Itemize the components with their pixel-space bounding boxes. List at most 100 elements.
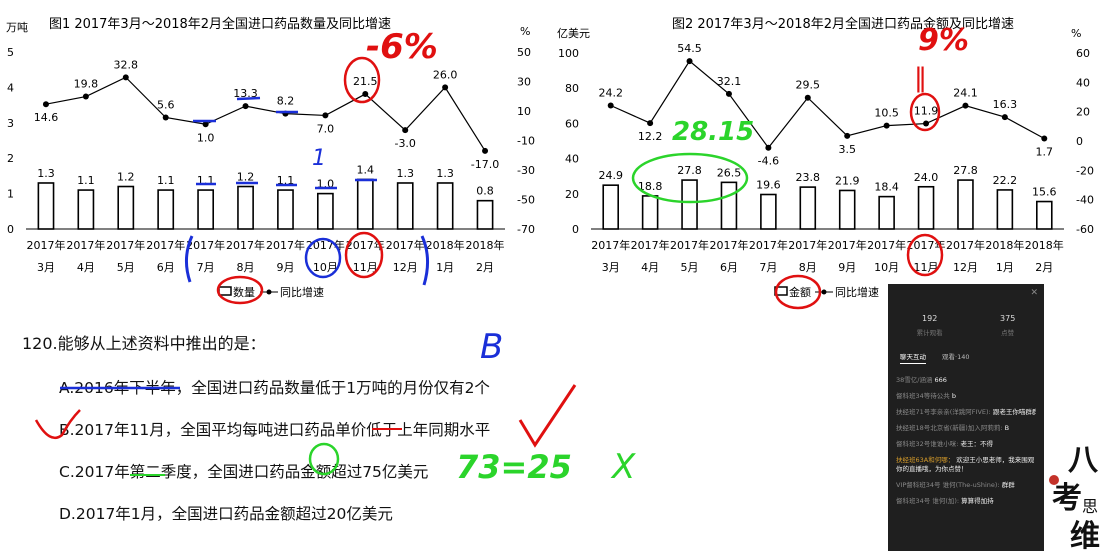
line-point: [482, 147, 489, 154]
y-axis-label: 亿美元: [557, 27, 590, 40]
chat-text: b: [951, 392, 956, 400]
y-tick-label: 2: [7, 152, 14, 165]
x-tick-label: 3月: [602, 261, 620, 274]
x-tick-label: 4月: [77, 261, 95, 274]
bar-value-label: 1.2: [117, 171, 135, 184]
bar-value-label: 15.6: [1032, 186, 1057, 199]
line-value-label: 14.6: [34, 111, 59, 124]
x-tick-label: 2月: [1035, 261, 1053, 274]
y2-tick-label: 10: [517, 105, 531, 118]
logo-char: 八: [1068, 443, 1099, 478]
bar-value-label: 18.4: [874, 181, 899, 194]
chat-user: 扶经班63A和何哪：: [896, 456, 957, 464]
bar-value-label: 1.1: [277, 174, 295, 187]
line-point: [765, 144, 772, 151]
x-tick-label: 3月: [37, 261, 55, 274]
bar-value-label: 26.5: [717, 166, 742, 179]
y2-axis-label: %: [520, 25, 530, 38]
line-point: [962, 102, 969, 109]
x-tick-label: 7月: [197, 261, 215, 274]
x-tick-label: 2017年: [186, 238, 225, 252]
y2-tick-label: -50: [517, 194, 535, 207]
chat-message: VIP督科班34号 谁何(The-uShine): 群群: [896, 481, 1036, 490]
bar: [396, 182, 414, 230]
x-tick-label: 10月: [313, 261, 338, 274]
x-tick-label: 2017年: [867, 238, 906, 252]
tab-chat[interactable]: 聊天互动: [900, 351, 926, 364]
y2-tick-label: 40: [1076, 76, 1090, 89]
chat-text: 老王：不得: [960, 440, 994, 448]
line-point: [725, 90, 732, 97]
x-tick-label: 2017年: [946, 238, 985, 252]
bar: [681, 179, 698, 230]
legend-bar-label: 金额: [789, 285, 811, 299]
bar-value-label: 1.4: [357, 163, 375, 176]
bar: [760, 193, 777, 230]
y2-tick-label: -70: [517, 223, 535, 236]
bar: [799, 186, 817, 230]
y2-tick-label: 0: [1076, 135, 1083, 148]
live-chat-panel: ✕ 192 累计观看 375 点赞 聊天互动 观看·140 38雪亿/涵涵 666 督…: [888, 284, 1044, 551]
line-value-label: 26.0: [433, 68, 458, 81]
x-tick-label: 8月: [799, 261, 817, 274]
option-a[interactable]: A.2016年下半年，全国进口药品数量低于1万吨的月份仅有2个: [59, 376, 622, 398]
y-tick-label: 0: [7, 223, 14, 236]
line-value-label: 19.8: [74, 78, 99, 91]
legend-bar-swatch: [774, 286, 788, 296]
x-tick-label: 2017年: [266, 238, 305, 252]
option-b[interactable]: B.2017年11月，全国平均每吨进口药品单价低于上年同期水平: [59, 418, 622, 440]
y2-tick-label: -30: [517, 164, 535, 177]
legend-line-marker: [821, 289, 827, 295]
line-value-label: 1.7: [1036, 146, 1054, 159]
y-axis-label: 万吨: [6, 21, 28, 34]
line-value-label: 13.3: [233, 87, 258, 100]
line-point: [362, 91, 369, 98]
growth-line: [610, 60, 1045, 149]
option-d[interactable]: D.2017年1月，全国进口药品金额超过20亿美元: [59, 502, 622, 524]
chart-quantity: 图1 2017年3月～2018年2月全国进口药品数量及同比增速 万吨 % 012…: [6, 16, 535, 299]
bar: [356, 178, 374, 230]
bar: [77, 189, 95, 230]
legend-line-marker: [266, 289, 272, 295]
line-point: [282, 110, 289, 117]
bar: [996, 189, 1014, 230]
tab-viewers[interactable]: 观看·140: [942, 351, 969, 364]
y2-tick-label: 60: [1076, 47, 1090, 60]
bar: [1036, 200, 1053, 230]
line-value-label: 21.5: [353, 75, 378, 88]
chat-message: 督科班34等待公共 b: [896, 392, 1036, 401]
line-point: [647, 120, 654, 127]
close-icon[interactable]: ✕: [1030, 288, 1038, 298]
y-tick-label: 1: [7, 188, 14, 201]
legend-bar-swatch: [218, 286, 232, 296]
x-tick-label: 2018年: [985, 238, 1024, 252]
bar: [237, 185, 254, 230]
x-tick-label: 2017年: [66, 238, 105, 252]
chart-amount: 图2 2017年3月～2018年2月全国进口药品金额及同比增速 亿美元 % 02…: [557, 16, 1094, 299]
bar-value-label: 21.9: [835, 174, 860, 187]
line-value-label: 24.2: [598, 87, 623, 100]
legend: 数量 同比增速: [218, 285, 324, 299]
bar-value-label: 1.1: [197, 174, 215, 187]
bar-value-label: 24.0: [914, 171, 939, 184]
line-value-label: 11.9: [914, 105, 939, 118]
y-tick-label: 5: [7, 46, 14, 59]
line-point: [883, 122, 890, 129]
bar-value-label: 24.9: [598, 169, 623, 182]
x-tick-label: 2018年: [1025, 238, 1064, 252]
x-tick-label: 2月: [476, 261, 494, 274]
chat-message: 督科班34号 谁何(加): 算算得加持: [896, 497, 1036, 506]
bar: [720, 181, 738, 230]
bar: [602, 184, 619, 230]
bar: [641, 195, 659, 230]
x-tick-label: 2017年: [26, 238, 65, 252]
option-c[interactable]: C.2017年第二季度，全国进口药品金额超过75亿美元: [59, 460, 622, 482]
line-value-label: 32.8: [114, 58, 139, 71]
line-value-label: -4.6: [758, 155, 779, 168]
y2-axis-label: %: [1071, 27, 1081, 40]
question-stem: 120.能够从上述资料中推出的是：: [22, 334, 266, 353]
stat-views: 192 累计观看: [916, 314, 943, 337]
line-value-label: 54.5: [677, 42, 702, 55]
bar-value-label: 1.0: [317, 178, 335, 191]
line-point: [686, 58, 693, 65]
